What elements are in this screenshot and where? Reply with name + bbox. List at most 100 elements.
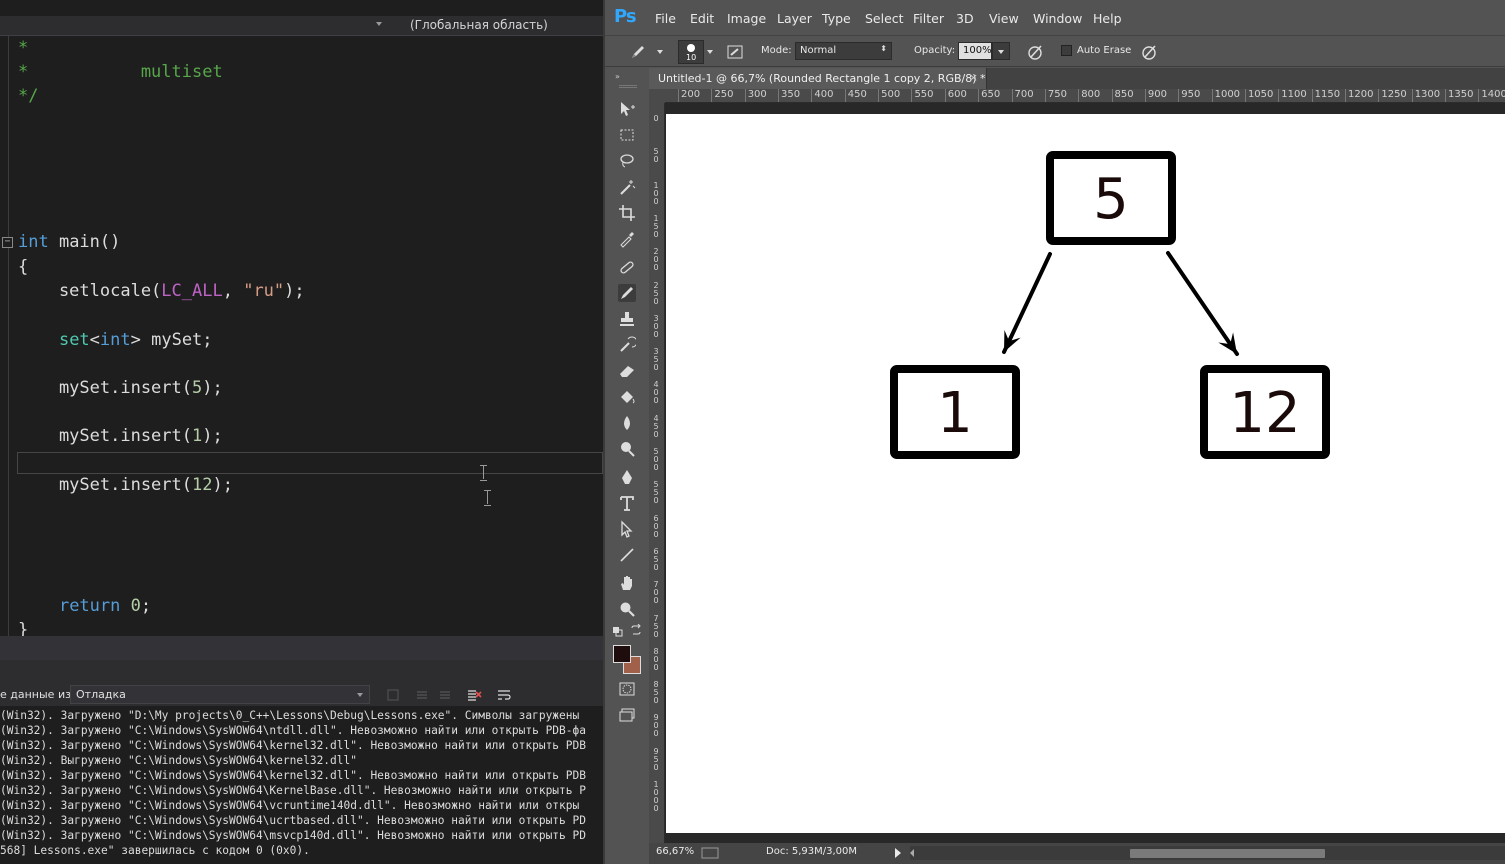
eraser-tool-icon[interactable] xyxy=(618,362,636,380)
word-wrap-icon[interactable] xyxy=(496,687,512,703)
clone-stamp-icon[interactable] xyxy=(618,310,636,328)
path-selection-icon[interactable] xyxy=(618,520,636,538)
output-line: (Win32). Загружено "C:\Windows\SysWOW64\… xyxy=(0,724,586,737)
vs-scope-dropdown[interactable]: (Глобальная область) xyxy=(410,18,548,32)
code-line[interactable]: */ xyxy=(18,84,38,108)
editor-horizontal-scrollbar[interactable] xyxy=(0,636,603,660)
brush-size-picker[interactable]: 10 xyxy=(678,40,704,64)
swap-colors-icon[interactable] xyxy=(630,624,642,636)
code-line[interactable]: setlocale(LC_ALL, "ru"); xyxy=(18,279,305,303)
code-token: */ xyxy=(18,86,39,106)
panel-splitter[interactable] xyxy=(0,660,603,684)
menu-filter[interactable]: Filter xyxy=(913,11,944,26)
menu-image[interactable]: Image xyxy=(727,11,766,26)
lasso-tool-icon[interactable] xyxy=(618,152,636,170)
collapse-icon[interactable]: − xyxy=(2,237,13,248)
chevron-down-icon[interactable] xyxy=(657,50,663,54)
pencil-tool-icon[interactable] xyxy=(618,284,636,302)
code-line[interactable]: * multiset xyxy=(18,60,223,84)
document-canvas[interactable]: 5 1 12 xyxy=(666,114,1505,833)
tree-node-label: 12 xyxy=(1229,381,1300,446)
hand-tool-icon[interactable] xyxy=(618,574,636,592)
menu-view[interactable]: View xyxy=(989,11,1019,26)
ruler-label: 1250 xyxy=(1381,89,1407,100)
menu-select[interactable]: Select xyxy=(865,11,904,26)
toolbar-grip-icon[interactable] xyxy=(619,85,637,88)
menu-file[interactable]: File xyxy=(655,11,676,26)
code-line[interactable]: set<int> mySet; xyxy=(18,328,213,352)
menu-window[interactable]: Window xyxy=(1033,11,1082,26)
blend-mode-select[interactable]: Normal ⬍ xyxy=(795,42,892,60)
code-line[interactable]: * xyxy=(18,36,28,60)
canvas-horizontal-scrollbar[interactable] xyxy=(910,846,1505,860)
close-icon[interactable]: × xyxy=(969,71,978,84)
quick-mask-icon[interactable] xyxy=(618,680,636,698)
ruler-label: 350 xyxy=(653,347,659,373)
menu-help[interactable]: Help xyxy=(1093,11,1122,26)
find-message-icon[interactable] xyxy=(385,687,401,703)
scroll-left-icon[interactable] xyxy=(910,849,914,857)
opacity-dropdown[interactable] xyxy=(992,42,1010,60)
zoom-tool-icon[interactable] xyxy=(618,600,636,618)
brush-panel-icon[interactable] xyxy=(726,43,744,61)
ruler-label: 500 xyxy=(881,89,901,100)
ruler-label: 900 xyxy=(653,713,659,739)
scrollbar-thumb[interactable] xyxy=(1130,849,1325,858)
healing-brush-icon[interactable] xyxy=(618,258,636,276)
ruler-label: 1400 xyxy=(1481,89,1505,100)
code-line[interactable]: { xyxy=(18,255,28,279)
output-source-select[interactable]: Отладка xyxy=(70,685,370,704)
code-line[interactable]: mySet.insert(1); xyxy=(18,424,223,448)
tree-edge xyxy=(1166,251,1239,356)
expand-panel-icon[interactable]: » xyxy=(615,72,620,81)
next-message-icon[interactable] xyxy=(437,687,453,703)
pen-tool-icon[interactable] xyxy=(618,468,636,486)
status-menu-arrow-icon[interactable] xyxy=(895,848,901,858)
code-editor[interactable]: * * multiset */ int main() { setlocale(LC_AL… xyxy=(0,36,603,640)
code-line[interactable]: mySet.insert(5); xyxy=(18,376,223,400)
crop-tool-icon[interactable] xyxy=(618,204,636,222)
default-colors-icon[interactable] xyxy=(612,626,624,638)
blur-tool-icon[interactable] xyxy=(618,414,636,432)
ruler-tick xyxy=(778,89,780,102)
ruler-origin[interactable] xyxy=(649,89,665,103)
vertical-ruler[interactable]: 0 50 100 150 200 250 300 350 400 450 500 550 600 650 7… xyxy=(649,103,665,843)
type-tool-icon[interactable] xyxy=(618,494,636,512)
pencil-tool-preset-icon[interactable] xyxy=(629,43,647,61)
dodge-tool-icon[interactable] xyxy=(618,440,636,458)
line-tool-icon[interactable] xyxy=(618,546,636,564)
auto-erase-checkbox[interactable] xyxy=(1061,45,1072,56)
vs-project-dropdown[interactable] xyxy=(0,16,388,36)
screen-mode-icon[interactable] xyxy=(618,706,636,724)
output-window[interactable]: (Win32). Загружено "D:\My projects\0_C++… xyxy=(0,706,603,864)
document-tab[interactable]: Untitled-1 @ 66,7% (Rounded Rectangle 1 … xyxy=(649,68,987,89)
output-source-label: е данные из: xyxy=(0,688,75,701)
rectangular-marquee-icon[interactable] xyxy=(618,126,636,144)
foreground-color-swatch[interactable] xyxy=(613,645,631,663)
code-line[interactable]: int main() xyxy=(18,230,120,254)
move-tool-icon[interactable] xyxy=(618,100,636,118)
eyedropper-icon[interactable] xyxy=(618,230,636,248)
ruler-label: 250 xyxy=(653,280,659,306)
code-line[interactable]: return 0; xyxy=(18,594,151,618)
status-info-icon[interactable] xyxy=(701,847,719,859)
paint-bucket-icon[interactable] xyxy=(618,388,636,406)
previous-message-icon[interactable] xyxy=(414,687,430,703)
code-token: ); xyxy=(284,281,305,301)
menu-layer[interactable]: Layer xyxy=(777,11,812,26)
magic-wand-icon[interactable] xyxy=(618,178,636,196)
zoom-level[interactable]: 66,67% xyxy=(656,846,694,857)
clear-all-icon[interactable] xyxy=(466,687,482,703)
horizontal-ruler[interactable]: 200 250 300 350 400 450 500 550 600 650 700 750 800 8… xyxy=(665,89,1505,103)
tablet-pressure-opacity-icon[interactable] xyxy=(1025,42,1045,62)
document-tab-title: Untitled-1 @ 66,7% (Rounded Rectangle 1 … xyxy=(658,72,986,85)
opacity-input[interactable]: 100% xyxy=(958,42,992,60)
menu-3d[interactable]: 3D xyxy=(956,11,974,26)
ruler-label: 250 xyxy=(714,89,734,100)
chevron-down-icon[interactable] xyxy=(707,50,713,54)
tablet-pressure-size-icon[interactable] xyxy=(1139,42,1159,62)
menu-type[interactable]: Type xyxy=(822,11,851,26)
code-line[interactable]: mySet.insert(12); xyxy=(18,473,233,497)
history-brush-icon[interactable] xyxy=(618,336,638,354)
menu-edit[interactable]: Edit xyxy=(690,11,714,26)
